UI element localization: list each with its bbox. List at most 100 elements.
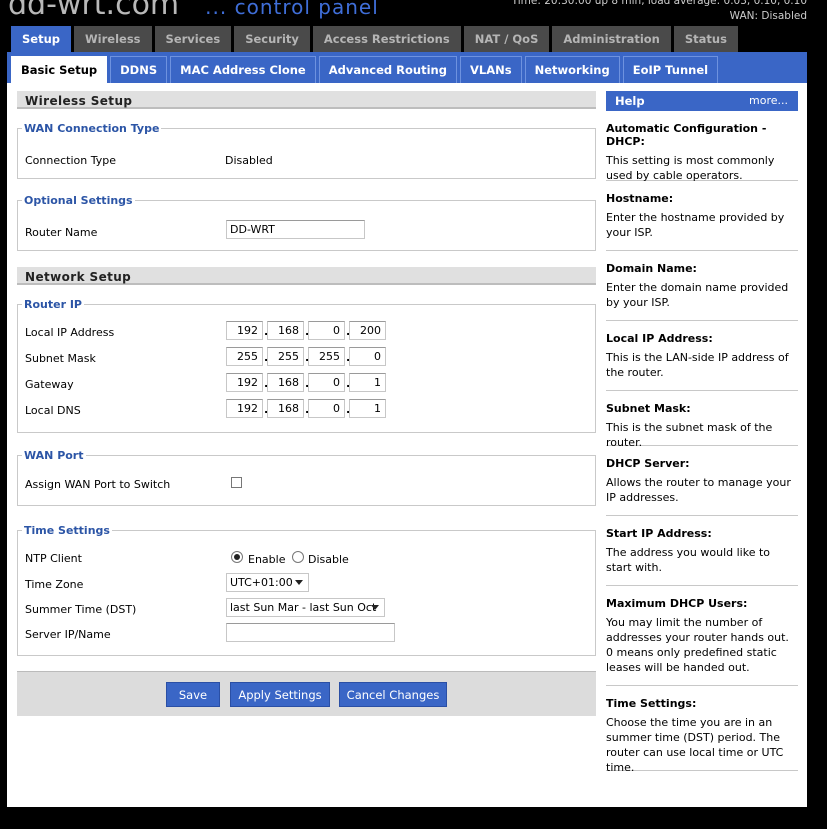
help-item-desc: This is the LAN-side IP address of the r… (606, 351, 789, 379)
network-setup-title: Network Setup (17, 267, 596, 285)
subtab-ddns[interactable]: DDNS (110, 56, 168, 83)
gateway-octet-input[interactable]: 1 (349, 373, 386, 392)
help-item: Local IP Address: This is the LAN-side I… (606, 332, 798, 391)
sub-tabs: Basic Setup DDNS MAC Address Clone Advan… (11, 56, 721, 83)
server-ip-input[interactable] (226, 623, 395, 642)
tab-wireless[interactable]: Wireless (74, 26, 152, 52)
help-title: Help (615, 94, 645, 108)
help-item-desc: You may limit the number of addresses yo… (606, 616, 789, 674)
tab-administration[interactable]: Administration (552, 26, 671, 52)
tab-nat-qos[interactable]: NAT / QoS (463, 26, 550, 52)
assign-wan-port-checkbox[interactable] (231, 477, 242, 488)
help-item: Automatic Configuration - DHCP: This set… (606, 122, 798, 182)
wan-port-fieldset: WAN Port Assign WAN Port to Switch (17, 449, 596, 506)
help-item-title: DHCP Server: (606, 457, 690, 470)
help-more-link[interactable]: more... (749, 94, 788, 107)
button-bar: Save Apply Settings Cancel Changes (17, 671, 596, 716)
server-ip-label: Server IP/Name (25, 628, 111, 641)
summer-time-label: Summer Time (DST) (25, 603, 137, 616)
subtab-vlans[interactable]: VLANs (459, 56, 522, 83)
help-item-title: Automatic Configuration - DHCP: (606, 122, 767, 148)
optional-settings-legend: Optional Settings (24, 194, 133, 207)
subnet-mask-label: Subnet Mask (25, 352, 96, 365)
dns-octet-input[interactable]: 192 (226, 399, 263, 418)
ntp-disable-label: Disable (308, 553, 349, 566)
time-zone-select[interactable]: UTC+01:00 (226, 573, 309, 592)
wan-status: WAN: Disabled (729, 10, 807, 22)
subtab-mac-address-clone[interactable]: MAC Address Clone (170, 56, 316, 83)
mask-octet-input[interactable]: 0 (349, 347, 386, 366)
help-item-desc: Enter the domain name provided by your I… (606, 281, 789, 309)
dns-octet-input[interactable]: 168 (267, 399, 304, 418)
router-ip-legend: Router IP (24, 298, 82, 311)
apply-settings-button[interactable]: Apply Settings (230, 682, 330, 707)
tab-services[interactable]: Services (154, 26, 232, 52)
subtab-basic-setup[interactable]: Basic Setup (11, 56, 108, 83)
save-button[interactable]: Save (166, 682, 220, 707)
subtab-networking[interactable]: Networking (524, 56, 620, 83)
dropdown-arrow-icon (371, 605, 379, 610)
time-zone-label: Time Zone (25, 578, 84, 591)
help-item-title: Time Settings: (606, 697, 697, 710)
local-ip-label: Local IP Address (25, 326, 115, 339)
ntp-disable-radio[interactable] (292, 551, 304, 563)
help-header: Help more... (606, 91, 798, 111)
ntp-client-label: NTP Client (25, 552, 82, 565)
help-item-desc: This setting is most commonly used by ca… (606, 154, 775, 182)
tab-security[interactable]: Security (234, 26, 310, 52)
help-item: Maximum DHCP Users: You may limit the nu… (606, 597, 798, 686)
gateway-octet-input[interactable]: 0 (308, 373, 345, 392)
help-item-title: Subnet Mask: (606, 402, 691, 415)
wan-connection-legend: WAN Connection Type (24, 122, 160, 135)
tab-setup[interactable]: Setup (11, 26, 71, 52)
wan-connection-fieldset: WAN Connection Type Connection Type Disa… (17, 122, 596, 179)
wan-port-legend: WAN Port (24, 449, 84, 462)
help-item: Domain Name: Enter the domain name provi… (606, 262, 798, 321)
help-panel: Help more... Automatic Configuration - D… (606, 91, 798, 774)
uptime-status: Time: 20:30:00 up 8 min, load average: 0… (511, 0, 807, 7)
local-dns-label: Local DNS (25, 404, 81, 417)
ip-octet-input[interactable]: 168 (267, 321, 304, 340)
help-item: Subnet Mask: This is the subnet mask of … (606, 402, 798, 449)
help-item-desc: The address you would like to start with… (606, 546, 771, 574)
logo-text: dd-wrt.com (8, 0, 180, 22)
mask-octet-input[interactable]: 255 (308, 347, 345, 366)
dns-octet-input[interactable]: 0 (308, 399, 345, 418)
help-item-desc: This is the subnet mask of the router. (606, 421, 773, 449)
content-area: Wireless Setup WAN Connection Type Conne… (7, 83, 807, 807)
help-item-title: Hostname: (606, 192, 674, 205)
gateway-octet-input[interactable]: 192 (226, 373, 263, 392)
mask-octet-input[interactable]: 255 (267, 347, 304, 366)
optional-settings-fieldset: Optional Settings Router Name DD-WRT (17, 194, 596, 251)
main-tab-bar: Setup Wireless Services Security Access … (11, 26, 741, 52)
tab-status[interactable]: Status (673, 26, 738, 52)
help-item-desc: Choose the time you are in an summer tim… (606, 716, 784, 774)
time-settings-fieldset: Time Settings NTP Client Enable Disable … (17, 524, 596, 656)
gateway-octet-input[interactable]: 168 (267, 373, 304, 392)
cancel-changes-button[interactable]: Cancel Changes (339, 682, 447, 707)
subtab-eoip-tunnel[interactable]: EoIP Tunnel (622, 56, 719, 83)
ntp-enable-radio[interactable] (231, 551, 243, 563)
help-item: Start IP Address: The address you would … (606, 527, 798, 586)
connection-type-value: Disabled (225, 154, 273, 167)
help-item: Hostname: Enter the hostname provided by… (606, 192, 798, 251)
subtab-advanced-routing[interactable]: Advanced Routing (318, 56, 457, 83)
ip-octet-input[interactable]: 192 (226, 321, 263, 340)
summer-time-select[interactable]: last Sun Mar - last Sun Oct (226, 598, 385, 617)
router-ip-fieldset: Router IP Local IP Address 192 . 168 . 0… (17, 298, 596, 433)
summer-time-value: last Sun Mar - last Sun Oct (230, 601, 377, 614)
router-status: Time: 20:30:00 up 8 min, load average: 0… (512, 0, 807, 24)
time-zone-value: UTC+01:00 (230, 576, 293, 589)
help-item-desc: Enter the hostname provided by your ISP. (606, 211, 785, 239)
connection-type-label: Connection Type (25, 154, 117, 167)
help-item: Time Settings: Choose the time you are i… (606, 697, 798, 774)
tab-access-restrictions[interactable]: Access Restrictions (312, 26, 461, 52)
router-name-input[interactable]: DD-WRT (226, 220, 365, 239)
wireless-setup-title: Wireless Setup (17, 91, 596, 109)
dropdown-arrow-icon (295, 580, 303, 585)
help-item-desc: Allows the router to manage your IP addr… (606, 476, 791, 504)
mask-octet-input[interactable]: 255 (226, 347, 263, 366)
ip-octet-input[interactable]: 200 (349, 321, 386, 340)
dns-octet-input[interactable]: 1 (349, 399, 386, 418)
ip-octet-input[interactable]: 0 (308, 321, 345, 340)
